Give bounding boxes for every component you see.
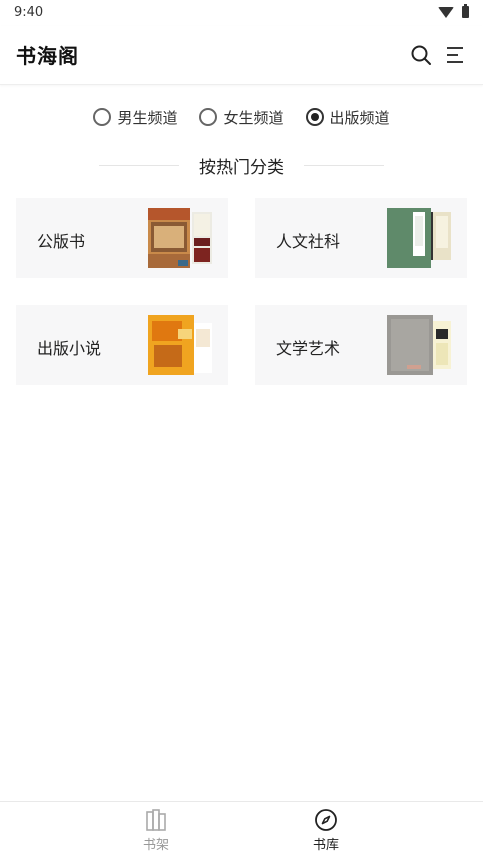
nav-library-label: 书库 (312, 838, 339, 853)
category-name: 人文社科 (276, 232, 341, 251)
nav-library[interactable]: 书库 (286, 808, 366, 853)
wifi-icon (438, 6, 454, 18)
bookshelf-icon (146, 809, 166, 831)
divider-left (99, 164, 179, 166)
channel-label: 出版频道 (329, 108, 390, 127)
category-card-public-domain[interactable]: 公版书 (16, 198, 228, 278)
divider-right (304, 164, 384, 166)
status-bar: 9:40 (0, 0, 483, 26)
radio-checked-icon[interactable] (305, 108, 324, 126)
channel-tabs: 男生频道 女生频道 出版频道 (0, 104, 483, 130)
app-bar: 书海阁 (0, 26, 483, 85)
book-covers-image (148, 315, 212, 375)
nav-bookshelf-label: 书架 (142, 838, 169, 853)
status-time: 9:40 (14, 5, 44, 20)
category-card-novels[interactable]: 出版小说 (16, 305, 228, 385)
book-covers-image (148, 208, 212, 268)
section-title: 按热门分类 (199, 157, 284, 178)
channel-label: 男生频道 (117, 108, 178, 127)
app-title: 书海阁 (16, 44, 79, 68)
section-header: 按热门分类 (0, 152, 483, 178)
category-card-humanities[interactable]: 人文社科 (255, 198, 467, 278)
search-icon[interactable] (409, 43, 433, 67)
status-icons (438, 4, 469, 18)
radio-icon[interactable] (199, 108, 218, 126)
bottom-nav: 书架 书库 (0, 801, 483, 860)
category-name: 出版小说 (37, 339, 102, 358)
radio-icon[interactable] (93, 108, 112, 126)
channel-label: 女生频道 (223, 108, 284, 127)
menu-icon[interactable] (443, 43, 467, 67)
category-name: 公版书 (37, 232, 86, 251)
battery-icon (462, 4, 469, 18)
category-card-literature-art[interactable]: 文学艺术 (255, 305, 467, 385)
category-name: 文学艺术 (276, 339, 341, 358)
channel-male[interactable]: 男生频道 (93, 104, 177, 130)
book-covers-image (387, 208, 451, 268)
channel-female[interactable]: 女生频道 (199, 104, 284, 130)
compass-icon (315, 809, 337, 831)
channel-publish[interactable]: 出版频道 (305, 104, 390, 130)
nav-bookshelf[interactable]: 书架 (116, 808, 196, 853)
book-covers-image (387, 315, 451, 375)
